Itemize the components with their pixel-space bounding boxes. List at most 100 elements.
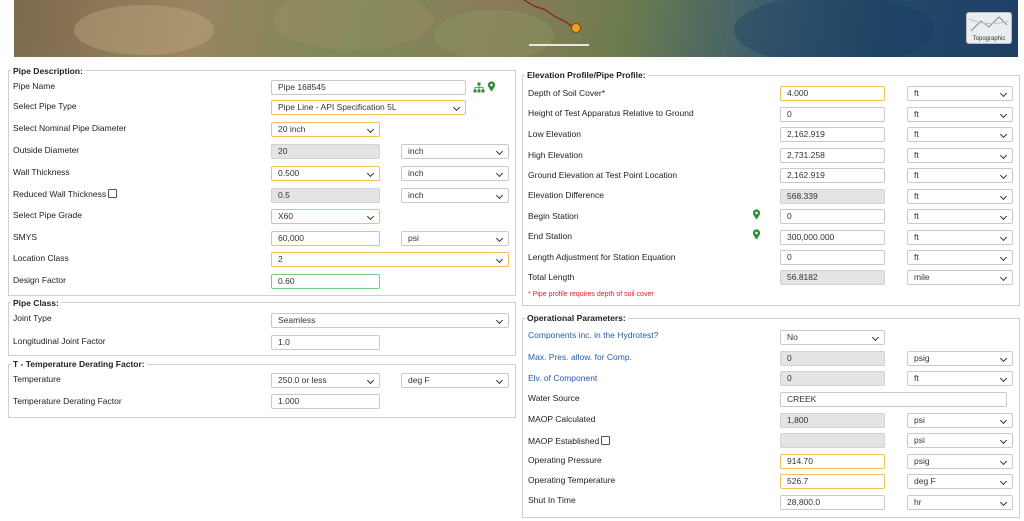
map-view[interactable]: Topographic [14,0,1018,57]
soil-cover-unit-select[interactable]: ft [907,86,1013,101]
outside-diameter-input[interactable]: 20 [271,144,380,159]
design-factor-input[interactable]: 0.60 [271,274,380,289]
outside-diameter-label: Outside Diameter [13,145,80,155]
soil-cover-label: Depth of Soil Cover* [528,88,606,98]
maop-established-checkbox[interactable] [601,436,611,445]
reduced-wall-input[interactable]: 0.5 [271,188,380,203]
ground-elevation-unit-select[interactable]: ft [907,168,1013,183]
nominal-diameter-select[interactable]: 20 inch [271,122,380,137]
elevation-difference-unit-select[interactable]: ft [907,189,1013,204]
shut-in-time-unit-select[interactable]: hr [907,495,1013,510]
outside-diameter-unit-select[interactable]: inch [401,144,509,159]
low-elevation-unit-select[interactable]: ft [907,127,1013,142]
operating-pressure-unit-select[interactable]: psig [907,454,1013,469]
end-station-unit-select[interactable]: ft [907,230,1013,245]
pipeline-marker[interactable] [571,23,581,33]
wall-thickness-select[interactable]: 0.500 [271,166,380,181]
low-elevation-label: Low Elevation [528,129,581,139]
operating-pressure-input[interactable]: 914.70 [780,454,885,469]
map-terrain [274,0,434,50]
reduced-wall-label: Reduced Wall Thickness [13,189,118,199]
pipe-grade-select[interactable]: X60 [271,209,380,224]
topographic-map-icon [968,16,1010,32]
pipe-grade-label: Select Pipe Grade [13,210,82,220]
operating-temperature-input[interactable]: 526.7 [780,474,885,489]
max-pressure-input[interactable]: 0 [780,351,885,366]
begin-station-unit-select[interactable]: ft [907,209,1013,224]
topographic-toggle[interactable]: Topographic [966,12,1012,44]
operating-pressure-label: Operating Pressure [528,455,602,465]
temperature-unit-select[interactable]: deg F [401,373,509,388]
high-elevation-label: High Elevation [528,150,583,160]
test-height-label: Height of Test Apparatus Relative to Gro… [528,108,694,118]
ground-elevation-label: Ground Elevation at Test Point Location [528,170,678,180]
elevation-profile-title: Elevation Profile/Pipe Profile: [525,70,648,80]
pipe-class-title: Pipe Class: [11,298,61,308]
reduced-wall-unit-select[interactable]: inch [401,188,509,203]
high-elevation-input[interactable]: 2,731.258 [780,148,885,163]
reduced-wall-label-text: Reduced Wall Thickness [13,189,107,199]
map-water [734,0,934,57]
shut-in-time-label: Shut In Time [528,495,576,505]
max-pressure-label: Max. Pres. allow. for Comp. [528,352,632,362]
length-adjustment-input[interactable]: 0 [780,250,885,265]
high-elevation-unit-select[interactable]: ft [907,148,1013,163]
design-factor-label: Design Factor [13,275,66,285]
elevation-difference-input[interactable]: 568.339 [780,189,885,204]
reduced-wall-checkbox[interactable] [108,189,118,198]
components-hydrotest-label: Components inc. in the Hydrotest? [528,330,659,340]
map-terrain [74,5,214,55]
map-pin-icon[interactable] [752,229,761,240]
temperature-select[interactable]: 250.0 or less [271,373,380,388]
map-pin-icon[interactable] [752,209,761,220]
pipe-class-panel [8,302,516,356]
maop-established-input[interactable] [780,433,885,448]
joint-factor-label: Longitudinal Joint Factor [13,336,106,346]
smys-unit-select[interactable]: psi [401,231,509,246]
maop-established-unit-select[interactable]: psi [907,433,1013,448]
maop-calculated-input[interactable]: 1,800 [780,413,885,428]
wall-thickness-unit-select[interactable]: inch [401,166,509,181]
component-elevation-unit-select[interactable]: ft [907,371,1013,386]
water-source-input[interactable]: CREEK [780,392,1007,407]
total-length-input[interactable]: 56.8182 [780,270,885,285]
derating-factor-input[interactable]: 1.000 [271,394,380,409]
maop-calculated-unit-select[interactable]: psi [907,413,1013,428]
smys-input[interactable]: 60,000 [271,231,380,246]
pipe-name-input[interactable]: Pipe 168545 [271,80,466,95]
location-class-select[interactable]: 2 [271,252,509,267]
component-elevation-label: Elv. of Component [528,373,598,383]
ground-elevation-input[interactable]: 2,162.919 [780,168,885,183]
total-length-unit-select[interactable]: mile [907,270,1013,285]
map-pin-icon[interactable] [487,81,496,92]
joint-type-select[interactable]: Seamless [271,313,509,328]
joint-factor-input[interactable]: 1.0 [271,335,380,350]
derating-factor-label: Temperature Derating Factor [13,396,122,406]
map-scale-bar [529,44,589,46]
component-elevation-input[interactable]: 0 [780,371,885,386]
elevation-difference-label: Elevation Difference [528,190,604,200]
wall-thickness-label: Wall Thickness [13,167,70,177]
components-hydrotest-select[interactable]: No [780,330,885,345]
network-icon[interactable] [473,82,485,93]
maop-established-label-text: MAOP Established [528,436,600,446]
temperature-label: Temperature [13,374,61,384]
test-height-unit-select[interactable]: ft [907,107,1013,122]
max-pressure-unit-select[interactable]: psig [907,351,1013,366]
shut-in-time-input[interactable]: 28,800.0 [780,495,885,510]
nominal-diameter-label: Select Nominal Pipe Diameter [13,123,127,133]
maop-calculated-label: MAOP Calculated [528,414,596,424]
operating-temperature-unit-select[interactable]: deg F [907,474,1013,489]
length-adjustment-label: Length Adjustment for Station Equation [528,252,676,262]
soil-cover-input[interactable]: 4.000 [780,86,885,101]
pipe-type-select[interactable]: Pipe Line - API Specification 5L [271,100,466,115]
low-elevation-input[interactable]: 2,162.919 [780,127,885,142]
length-adjustment-unit-select[interactable]: ft [907,250,1013,265]
water-source-label: Water Source [528,393,580,403]
test-height-input[interactable]: 0 [780,107,885,122]
end-station-input[interactable]: 300,000.000 [780,230,885,245]
begin-station-input[interactable]: 0 [780,209,885,224]
pipe-description-title: Pipe Description: [11,66,85,76]
pipe-type-label: Select Pipe Type [13,101,77,111]
operating-temperature-label: Operating Temperature [528,475,616,485]
